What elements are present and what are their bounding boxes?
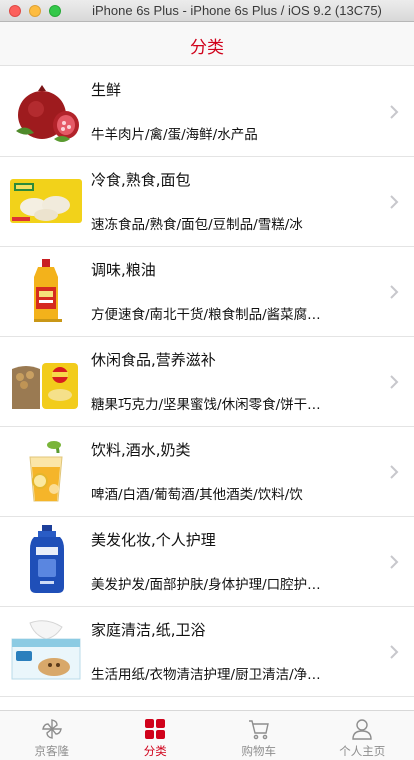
- frozen-food-icon: [8, 163, 84, 239]
- category-subtitle: 方便速食/南北干货/粮食制品/酱菜腐…: [91, 307, 321, 323]
- tab-label: 分类: [143, 744, 167, 758]
- drink-icon: [8, 433, 84, 509]
- category-row-personal-care[interactable]: 美发化妆,个人护理 美发护发/面部护肤/身体护理/口腔护…: [0, 517, 414, 607]
- category-title: 生鲜: [91, 81, 122, 99]
- tab-bar: 京客隆 分类 购物车 个人主页: [0, 710, 414, 760]
- category-row-fresh[interactable]: 生鲜 牛羊肉片/禽/蛋/海鲜/水产品: [0, 67, 414, 157]
- category-title: 饮料,酒水,奶类: [91, 441, 191, 459]
- tab-home[interactable]: 京客隆: [0, 711, 104, 760]
- chevron-right-icon: [390, 105, 399, 119]
- tab-cart[interactable]: 购物车: [207, 711, 311, 760]
- pinwheel-icon: [41, 719, 62, 739]
- chevron-right-icon: [390, 285, 399, 299]
- simulator-title-bar: iPhone 6s Plus - iPhone 6s Plus / iOS 9.…: [0, 0, 414, 22]
- category-title: 家庭清洁,纸,卫浴: [91, 621, 206, 639]
- chevron-right-icon: [390, 465, 399, 479]
- category-list[interactable]: 生鲜 牛羊肉片/禽/蛋/海鲜/水产品 冷食,熟食,面包 速冻食品/熟食/面包/豆…: [0, 67, 414, 710]
- category-row-drinks[interactable]: 饮料,酒水,奶类 啤酒/白酒/葡萄酒/其他酒类/饮料/饮: [0, 427, 414, 517]
- minimize-window-button[interactable]: [29, 5, 41, 17]
- chevron-right-icon: [390, 195, 399, 209]
- category-row-snacks[interactable]: 休闲食品,营养滋补 糖果巧克力/坚果蜜饯/休闲零食/饼干…: [0, 337, 414, 427]
- tab-label: 京客隆: [34, 744, 70, 758]
- tab-label: 购物车: [241, 744, 277, 758]
- category-subtitle: 速冻食品/熟食/面包/豆制品/雪糕/冰: [91, 217, 303, 233]
- cooking-oil-icon: [8, 253, 84, 329]
- category-title: 冷食,熟食,面包: [91, 171, 191, 189]
- snacks-icon: [8, 343, 84, 419]
- page-title: 分类: [190, 38, 224, 58]
- chevron-right-icon: [390, 375, 399, 389]
- grid-icon: [145, 719, 166, 739]
- tab-label: 个人主页: [339, 744, 386, 758]
- category-subtitle: 牛羊肉片/禽/蛋/海鲜/水产品: [91, 127, 258, 143]
- navigation-bar: 分类: [0, 22, 414, 66]
- close-window-button[interactable]: [9, 5, 21, 17]
- category-title: 调味,粮油: [91, 261, 156, 279]
- category-subtitle: 生活用纸/衣物清洁护理/厨卫清洁/净…: [91, 667, 321, 683]
- pomegranate-icon: [8, 73, 84, 149]
- category-subtitle: 美发护发/面部护肤/身体护理/口腔护…: [91, 577, 321, 593]
- tab-category[interactable]: 分类: [104, 711, 208, 760]
- cart-icon: [248, 720, 269, 740]
- shampoo-icon: [8, 523, 84, 599]
- category-row-household[interactable]: 家庭清洁,纸,卫浴 生活用纸/衣物清洁护理/厨卫清洁/净…: [0, 607, 414, 697]
- category-subtitle: 啤酒/白酒/葡萄酒/其他酒类/饮料/饮: [91, 487, 303, 503]
- chevron-right-icon: [390, 555, 399, 569]
- category-title: 休闲食品,营养滋补: [91, 351, 216, 369]
- category-row-seasoning[interactable]: 调味,粮油 方便速食/南北干货/粮食制品/酱菜腐…: [0, 247, 414, 337]
- chevron-right-icon: [390, 645, 399, 659]
- window-title: iPhone 6s Plus - iPhone 6s Plus / iOS 9.…: [92, 3, 382, 18]
- category-subtitle: 糖果巧克力/坚果蜜饯/休闲零食/饼干…: [91, 397, 321, 413]
- category-row-frozen[interactable]: 冷食,熟食,面包 速冻食品/熟食/面包/豆制品/雪糕/冰: [0, 157, 414, 247]
- person-icon: [352, 719, 372, 740]
- tissue-box-icon: [8, 613, 84, 689]
- tab-profile[interactable]: 个人主页: [311, 711, 414, 760]
- category-title: 美发化妆,个人护理: [91, 531, 216, 549]
